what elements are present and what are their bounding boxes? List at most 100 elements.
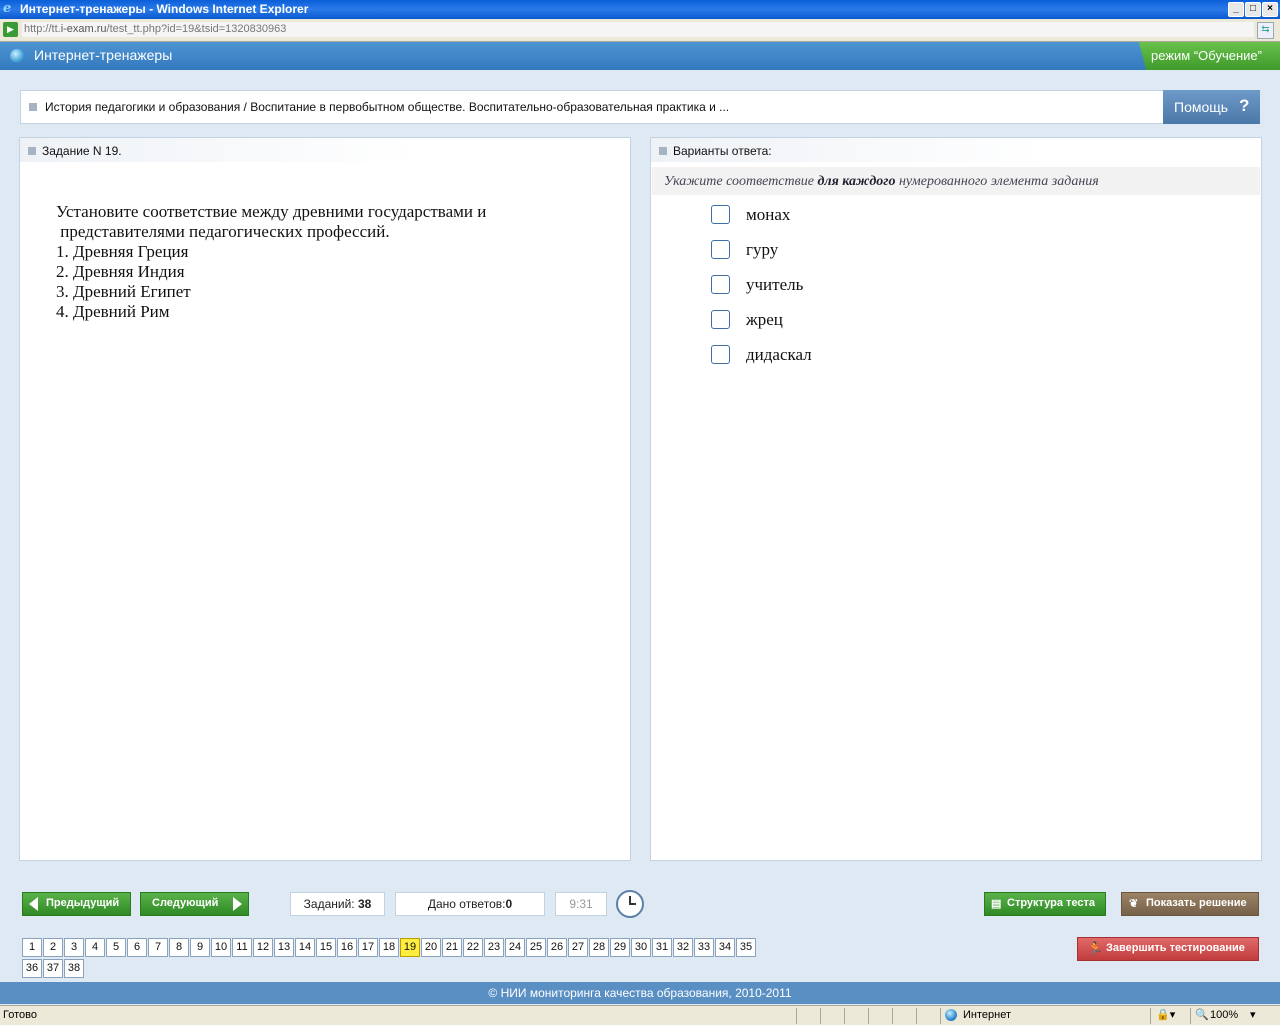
app-title: Интернет-тренажеры bbox=[34, 47, 173, 63]
breadcrumb-text: История педагогики и образования / Воспи… bbox=[45, 100, 730, 114]
option-label: жрец bbox=[746, 310, 783, 329]
question-icon: ? bbox=[1239, 96, 1250, 115]
finish-test-button[interactable]: 🏃 Завершить тестирование bbox=[1077, 937, 1259, 961]
page-button[interactable]: 21 bbox=[442, 938, 462, 957]
page-button[interactable]: 38 bbox=[64, 959, 84, 978]
page-button[interactable]: 1 bbox=[22, 938, 42, 957]
option-checkbox[interactable] bbox=[711, 345, 730, 364]
page-button[interactable]: 22 bbox=[463, 938, 483, 957]
page-button-current[interactable]: 19 bbox=[400, 938, 420, 957]
page-button[interactable]: 34 bbox=[715, 938, 735, 957]
page-button[interactable]: 31 bbox=[652, 938, 672, 957]
page-button[interactable]: 11 bbox=[232, 938, 252, 957]
page-button[interactable]: 27 bbox=[568, 938, 588, 957]
answers-count-box: Дано ответов:0 bbox=[395, 892, 545, 916]
answers-panel-header: Варианты ответа: bbox=[651, 138, 1046, 162]
answer-option[interactable]: жрец bbox=[711, 310, 1011, 332]
page-button[interactable]: 9 bbox=[190, 938, 210, 957]
page-button[interactable]: 16 bbox=[337, 938, 357, 957]
page-button[interactable]: 25 bbox=[526, 938, 546, 957]
page-button[interactable]: 5 bbox=[106, 938, 126, 957]
page-button[interactable]: 15 bbox=[316, 938, 336, 957]
app-header: Интернет-тренажеры bbox=[0, 42, 1280, 70]
bullet-icon bbox=[659, 147, 667, 155]
task-panel-header: Задание N 19. bbox=[20, 138, 415, 162]
timer: 9:31 bbox=[555, 892, 607, 916]
ie-logo-icon: e bbox=[3, 1, 12, 16]
zoom-level[interactable]: 100% bbox=[1210, 1009, 1238, 1021]
option-checkbox[interactable] bbox=[711, 240, 730, 259]
page-button[interactable]: 35 bbox=[736, 938, 756, 957]
page-button[interactable]: 3 bbox=[64, 938, 84, 957]
option-label: гуру bbox=[746, 240, 779, 259]
window-titlebar: e Интернет-тренажеры - Windows Internet … bbox=[0, 0, 1280, 19]
status-text: Готово bbox=[3, 1009, 37, 1021]
close-button[interactable]: × bbox=[1262, 2, 1278, 17]
page-button[interactable]: 32 bbox=[673, 938, 693, 957]
page-icon[interactable]: ⇆ bbox=[1257, 22, 1274, 39]
answer-option[interactable]: гуру bbox=[711, 240, 1011, 262]
answer-option[interactable]: монах bbox=[711, 205, 1011, 227]
test-structure-button[interactable]: ▤ Структура теста bbox=[984, 892, 1106, 916]
option-checkbox[interactable] bbox=[711, 205, 730, 224]
page-button[interactable]: 24 bbox=[505, 938, 525, 957]
page-button[interactable]: 30 bbox=[631, 938, 651, 957]
page-button[interactable]: 2 bbox=[43, 938, 63, 957]
answers-title: Варианты ответа: bbox=[673, 144, 772, 158]
answers-panel: Варианты ответа: Укажите соответствие дл… bbox=[650, 137, 1262, 861]
previous-button[interactable]: Предыдущий bbox=[22, 892, 131, 916]
page-button[interactable]: 4 bbox=[85, 938, 105, 957]
next-label: Следующий bbox=[152, 897, 219, 909]
answer-option[interactable]: дидаскал bbox=[711, 345, 1011, 367]
page-button[interactable]: 8 bbox=[169, 938, 189, 957]
answers-count-value: 0 bbox=[505, 897, 513, 911]
tasks-count-box: Заданий: 38 bbox=[290, 892, 385, 916]
page-button[interactable]: 36 bbox=[22, 959, 42, 978]
zoom-dropdown-icon[interactable]: ▾ bbox=[1250, 1008, 1256, 1021]
security-zone: Интернет bbox=[963, 1009, 1011, 1021]
answer-option[interactable]: учитель bbox=[711, 275, 1011, 297]
show-solution-button[interactable]: ❦ Показать решение bbox=[1121, 892, 1259, 916]
page-button[interactable]: 14 bbox=[295, 938, 315, 957]
page-button[interactable]: 33 bbox=[694, 938, 714, 957]
page-button[interactable]: 7 bbox=[148, 938, 168, 957]
instruction-pre: Укажите соответствие bbox=[664, 174, 818, 189]
maximize-button[interactable]: □ bbox=[1245, 2, 1261, 17]
page-button[interactable]: 37 bbox=[43, 959, 63, 978]
internet-globe-icon bbox=[945, 1009, 957, 1021]
solution-label: Показать решение bbox=[1146, 897, 1247, 909]
instruction-post: нумерованного элемента задания bbox=[895, 174, 1099, 189]
task-pagination: 1 2 3 4 5 6 7 8 9 10 11 12 13 14 15 16 1… bbox=[22, 938, 782, 978]
option-label: дидаскал bbox=[746, 345, 812, 364]
page-button[interactable]: 13 bbox=[274, 938, 294, 957]
address-bar: ▶ http://tt.i-exam.ru/test_tt.php?id=19&… bbox=[0, 19, 1280, 42]
url-domain: i-exam.ru bbox=[60, 23, 107, 35]
url-prefix: http://tt. bbox=[24, 23, 61, 35]
page-button[interactable]: 26 bbox=[547, 938, 567, 957]
globe-icon bbox=[10, 49, 24, 63]
page-button[interactable]: 6 bbox=[127, 938, 147, 957]
page-button[interactable]: 23 bbox=[484, 938, 504, 957]
site-favicon-icon: ▶ bbox=[3, 22, 18, 37]
window-title: Интернет-тренажеры - Windows Internet Ex… bbox=[20, 2, 309, 16]
page-button[interactable]: 12 bbox=[253, 938, 273, 957]
task-text: Установите соответствие между древними г… bbox=[56, 202, 487, 321]
page-button[interactable]: 20 bbox=[421, 938, 441, 957]
help-label: Помощь bbox=[1174, 99, 1229, 115]
option-checkbox[interactable] bbox=[711, 275, 730, 294]
page-button[interactable]: 17 bbox=[358, 938, 378, 957]
page-button[interactable]: 28 bbox=[589, 938, 609, 957]
mode-badge: режим “Обучение” bbox=[1138, 42, 1280, 70]
url-field[interactable]: http://tt.i-exam.ru/test_tt.php?id=19&ts… bbox=[22, 22, 1254, 37]
next-button[interactable]: Следующий bbox=[140, 892, 249, 916]
status-bar: Готово Интернет 🔒▾ 🔍 100% ▾ bbox=[0, 1005, 1280, 1025]
page-button[interactable]: 29 bbox=[610, 938, 630, 957]
url-path: /test_tt.php?id=19&tsid=1320830963 bbox=[106, 23, 287, 35]
help-button[interactable]: Помощь ? bbox=[1163, 90, 1260, 124]
page-button[interactable]: 10 bbox=[211, 938, 231, 957]
page-button[interactable]: 18 bbox=[379, 938, 399, 957]
option-checkbox[interactable] bbox=[711, 310, 730, 329]
minimize-button[interactable]: _ bbox=[1228, 2, 1244, 17]
zoom-icon: 🔍 bbox=[1195, 1009, 1209, 1021]
protected-mode-icon[interactable]: 🔒▾ bbox=[1156, 1008, 1175, 1021]
